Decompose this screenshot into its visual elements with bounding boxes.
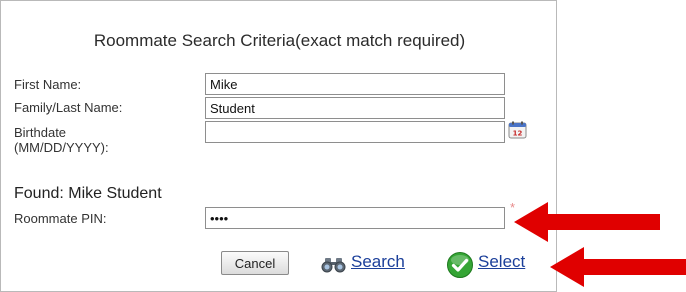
svg-text:12: 12 — [513, 130, 523, 138]
last-name-input[interactable] — [205, 97, 505, 119]
roommate-pin-label: Roommate PIN: — [14, 211, 107, 226]
red-arrow-pin-indicator — [514, 202, 660, 242]
form-title: Roommate Search Criteria(exact match req… — [93, 31, 466, 50]
calendar-icon[interactable]: 12 — [508, 121, 527, 139]
cancel-button[interactable]: Cancel — [221, 251, 289, 275]
first-name-input[interactable] — [205, 73, 505, 95]
birthdate-label-line2: (MM/DD/YYYY): — [14, 140, 109, 155]
check-circle-icon[interactable] — [446, 251, 474, 279]
found-result-text: Found: Mike Student — [14, 185, 162, 202]
select-link[interactable]: Select — [478, 252, 525, 272]
birthdate-label: Birthdate (MM/DD/YYYY): — [14, 125, 109, 155]
roommate-pin-input[interactable] — [205, 207, 505, 229]
first-name-label: First Name: — [14, 77, 82, 92]
roommate-search-panel: Roommate Search Criteria(exact match req… — [0, 0, 557, 292]
birthdate-input[interactable] — [205, 121, 505, 143]
last-name-label: Family/Last Name: — [14, 100, 123, 115]
red-arrow-select-indicator — [550, 247, 686, 287]
search-link[interactable]: Search — [351, 252, 405, 272]
birthdate-label-line1: Birthdate — [14, 125, 67, 140]
binoculars-icon[interactable] — [319, 255, 349, 273]
